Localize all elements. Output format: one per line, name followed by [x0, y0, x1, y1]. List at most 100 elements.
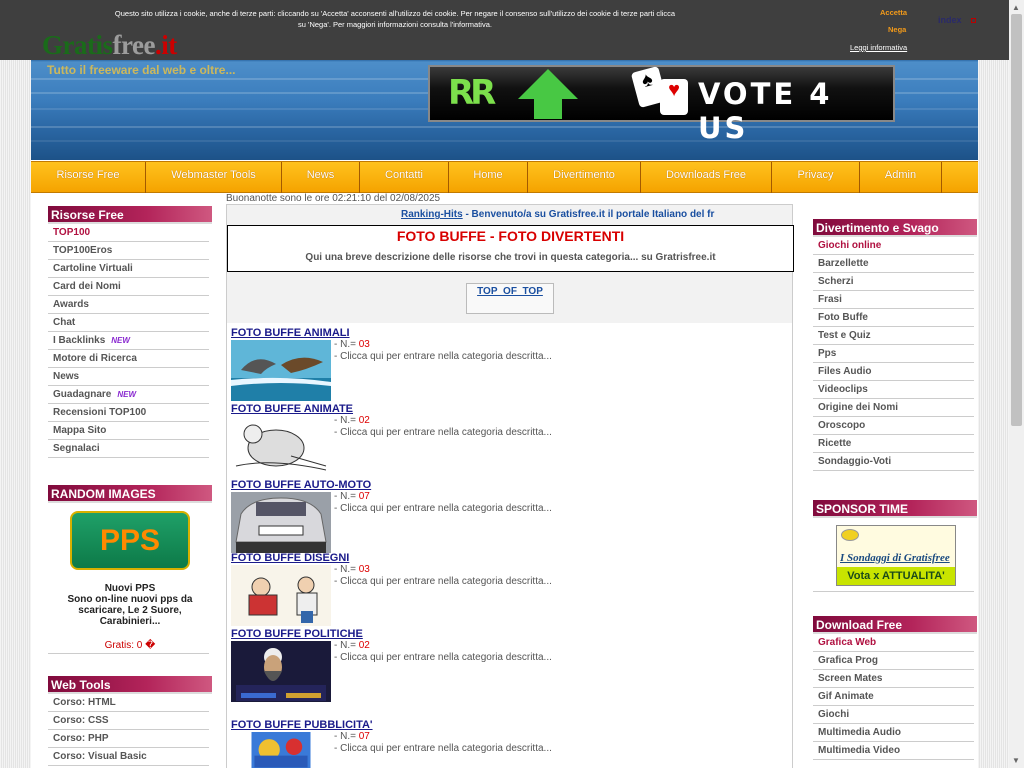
nav-privacy[interactable]: Privacy [772, 162, 860, 193]
menu-mappa-sito[interactable]: Mappa Sito [48, 422, 209, 440]
menu-sondaggio-voti[interactable]: Sondaggio-Voti [813, 453, 974, 471]
category-entry-title[interactable]: FOTO BUFFE ANIMALI [231, 327, 350, 339]
scrollbar-thumb[interactable] [1011, 14, 1022, 426]
menu-awards[interactable]: Awards [48, 296, 209, 314]
menu-news[interactable]: News [48, 368, 209, 386]
index-link[interactable]: index [938, 15, 962, 25]
cookie-info-link[interactable]: Leggi informativa [850, 43, 907, 52]
nav-contatti[interactable]: Contatti [360, 162, 449, 193]
new-badge: NEW [117, 390, 137, 399]
news-ticker[interactable]: Ranking-Hits - Benvenuto/a su Gratisfree… [401, 209, 737, 220]
sponsor-banner[interactable]: I Sondaggi di Gratisfree Vota x ATTUALIT… [836, 525, 956, 586]
menu-videoclips[interactable]: Videoclips [813, 381, 974, 399]
menu-foto-buffe[interactable]: Foto Buffe [813, 309, 974, 327]
category-entry[interactable]: FOTO BUFFE DISEGNI - N.= 03 - Clicca qui… [231, 552, 552, 626]
menu-chat[interactable]: Chat [48, 314, 209, 332]
menu-top100[interactable]: TOP100 [48, 224, 209, 242]
menu-oroscopo[interactable]: Oroscopo [813, 417, 974, 435]
category-entry[interactable]: FOTO BUFFE PUBBLICITA' - N.= 07 - Clicca… [231, 719, 552, 768]
menu-card-dei-nomi[interactable]: Card dei Nomi [48, 278, 209, 296]
top-of-top-image[interactable]: TOP_OF_TOP [466, 283, 554, 314]
menu-scherzi[interactable]: Scherzi [813, 273, 974, 291]
ranking-hits-image[interactable]: Ranking-Hits [401, 209, 463, 220]
dolphin-thumbnail[interactable] [231, 340, 331, 401]
menu-corso-php[interactable]: Corso: PHP [48, 730, 209, 748]
nav-home[interactable]: Home [449, 162, 528, 193]
category-link-text[interactable]: - Clicca qui per entrare nella categoria… [334, 576, 552, 587]
mouse-cartoon-thumbnail[interactable] [231, 416, 331, 477]
category-link-text[interactable]: - Clicca qui per entrare nella categoria… [334, 503, 552, 514]
cartoon-drawing-thumbnail[interactable] [231, 565, 331, 626]
nav-risorse-free[interactable]: Risorse Free [31, 162, 146, 193]
sponsor-banner-title: I Sondaggi di Gratisfree [840, 552, 950, 564]
nav-news[interactable]: News [282, 162, 360, 193]
site-logo[interactable]: Gratisfree.it [42, 30, 177, 61]
category-link-text[interactable]: - Clicca qui per entrare nella categoria… [334, 351, 552, 362]
banner-rr-logo: RR [448, 73, 496, 113]
menu-corso-css[interactable]: Corso: CSS [48, 712, 209, 730]
banner-vote-text: VOTE 4 US [698, 77, 833, 145]
menu-origine-nomi[interactable]: Origine dei Nomi [813, 399, 974, 417]
menu-ricette[interactable]: Ricette [813, 435, 974, 453]
category-entry[interactable]: FOTO BUFFE ANIMATE - N.= 02 - Clicca qui… [231, 403, 552, 477]
scroll-up-arrow-icon[interactable]: ▲ [1012, 3, 1020, 12]
menu-guadagnare-label: Guadagnare [53, 389, 112, 400]
category-entry[interactable]: FOTO BUFFE AUTO-MOTO - N.= 07 - Clicca q… [231, 479, 552, 553]
menu-backlinks[interactable]: I Backlinks NEW [48, 332, 209, 350]
random-image-price: Gratis: 0 � [104, 640, 156, 651]
menu-files-audio[interactable]: Files Audio [813, 363, 974, 381]
web-tools-title: Web Tools [48, 676, 212, 694]
logo-text-free: free [112, 30, 156, 60]
menu-grafica-prog[interactable]: Grafica Prog [813, 652, 974, 670]
menu-corso-html[interactable]: Corso: HTML [48, 694, 209, 712]
category-entry-title[interactable]: FOTO BUFFE PUBBLICITA' [231, 719, 373, 731]
menu-cartoline-virtuali[interactable]: Cartoline Virtuali [48, 260, 209, 278]
risorse-free-title: Risorse Free [48, 206, 212, 224]
menu-multimedia-audio[interactable]: Multimedia Audio [813, 724, 974, 742]
category-count: - N.= 02 [334, 640, 370, 651]
menu-top100eros[interactable]: TOP100Eros [48, 242, 209, 260]
menu-motore-ricerca[interactable]: Motore di Ricerca [48, 350, 209, 368]
pps-image[interactable]: PPS [70, 511, 190, 570]
menu-recensioni-top100[interactable]: Recensioni TOP100 [48, 404, 209, 422]
nav-webmaster-tools[interactable]: Webmaster Tools [146, 162, 282, 193]
caption-text: Sono on-line nuovi pps da scaricare, Le … [67, 594, 193, 627]
category-link-text[interactable]: - Clicca qui per entrare nella categoria… [334, 743, 552, 754]
category-entry-title[interactable]: FOTO BUFFE POLITICHE [231, 628, 363, 640]
menu-segnalaci[interactable]: Segnalaci [48, 440, 209, 458]
menu-guadagnare[interactable]: Guadagnare NEW [48, 386, 209, 404]
politics-thumbnail[interactable] [231, 641, 331, 702]
up-arrow-stem [534, 97, 562, 119]
menu-frasi[interactable]: Frasi [813, 291, 974, 309]
download-free-title: Download Free [813, 616, 977, 634]
menu-screen-mates[interactable]: Screen Mates [813, 670, 974, 688]
category-link-text[interactable]: - Clicca qui per entrare nella categoria… [334, 652, 552, 663]
vote-banner[interactable]: RR ♠ ♥ VOTE 4 US [428, 65, 895, 145]
menu-gif-animate[interactable]: Gif Animate [813, 688, 974, 706]
nav-downloads-free[interactable]: Downloads Free [641, 162, 772, 193]
advertising-thumbnail[interactable] [231, 732, 331, 768]
caption-title: Nuovi PPS [104, 583, 156, 594]
nav-admin[interactable]: Admin [860, 162, 942, 193]
category-entry-title[interactable]: FOTO BUFFE AUTO-MOTO [231, 479, 371, 491]
menu-test-quiz[interactable]: Test e Quiz [813, 327, 974, 345]
category-entry-title[interactable]: FOTO BUFFE DISEGNI [231, 552, 349, 564]
category-count: - N.= 07 [334, 731, 370, 742]
scroll-down-arrow-icon[interactable]: ▼ [1012, 756, 1020, 765]
download-free-box: Download Free Grafica Web Grafica Prog S… [813, 616, 977, 760]
car-thumbnail[interactable] [231, 492, 331, 553]
menu-giochi-online[interactable]: Giochi online [813, 237, 974, 255]
menu-pps[interactable]: Pps [813, 345, 974, 363]
category-entry-title[interactable]: FOTO BUFFE ANIMATE [231, 403, 353, 415]
refuse-cookies-button[interactable]: Nega [888, 25, 906, 34]
menu-giochi[interactable]: Giochi [813, 706, 974, 724]
category-link-text[interactable]: - Clicca qui per entrare nella categoria… [334, 427, 552, 438]
menu-barzellette[interactable]: Barzellette [813, 255, 974, 273]
category-entry[interactable]: FOTO BUFFE ANIMALI - N.= 03 - Clicca qui… [231, 327, 552, 401]
nav-divertimento[interactable]: Divertimento [528, 162, 641, 193]
menu-corso-visual-basic[interactable]: Corso: Visual Basic [48, 748, 209, 766]
menu-grafica-web[interactable]: Grafica Web [813, 634, 974, 652]
category-entry[interactable]: FOTO BUFFE POLITICHE - N.= 02 - Clicca q… [231, 628, 552, 702]
menu-multimedia-video[interactable]: Multimedia Video [813, 742, 974, 760]
accept-cookies-button[interactable]: Accetta [880, 8, 907, 17]
